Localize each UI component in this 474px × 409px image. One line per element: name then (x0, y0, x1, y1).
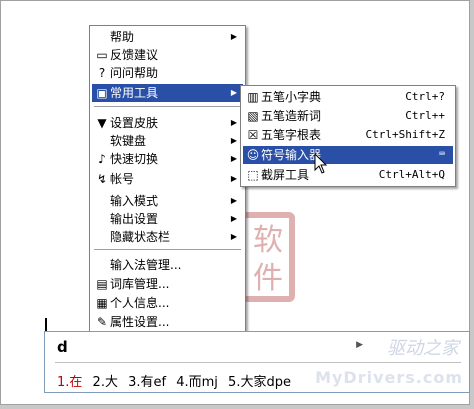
brand-watermark: 驱动之家 (387, 338, 459, 359)
menu-item-feedback[interactable]: ▭ 反馈建议 (92, 46, 243, 64)
switch-icon: ♪ (98, 152, 106, 166)
menu-item-label: 快速切换 (110, 152, 159, 166)
keyboard-icon: ⌨ (438, 149, 445, 160)
submenu-arrow-icon: ▶ (230, 214, 237, 223)
tool-icon: ▣ (96, 86, 108, 100)
candidate-5[interactable]: 5.大家dpe (228, 375, 291, 390)
candidate-4[interactable]: 4.而mj (176, 375, 218, 390)
submenu-arrow-icon: ▶ (230, 88, 237, 97)
new-word-icon: ▧ (247, 109, 259, 123)
menu-item-personal-info[interactable]: ▦ 个人信息... (92, 294, 243, 312)
submenu-item-symbol-input[interactable]: ☺ 符号输入器 ⌨ (243, 146, 453, 164)
submenu-arrow-icon: ▶ (230, 232, 237, 241)
menu-item-output-settings[interactable]: 输出设置 ▶ (92, 210, 243, 228)
page-next-icon[interactable]: ▶ (356, 340, 363, 350)
menu-item-label: 帮助 (110, 30, 135, 44)
submenu-arrow-icon: ▶ (230, 196, 237, 205)
submenu-item-screenshot[interactable]: ⬚ 截屏工具 Ctrl+Alt+Q (243, 166, 453, 184)
question-circle-icon: ? (98, 66, 106, 80)
mouse-pointer-icon (314, 153, 328, 174)
submenu-arrow-icon: ▶ (230, 118, 237, 127)
menu-item-account[interactable]: ↯ 帐号 ▶ (92, 170, 243, 188)
account-icon: ↯ (96, 172, 108, 186)
menu-item-label: 隐藏状态栏 (110, 230, 171, 244)
menu-item-dictionary-manager[interactable]: ▤ 词库管理... (92, 275, 243, 293)
candidate-2[interactable]: 2.大 (93, 375, 118, 390)
root-table-icon: ☒ (247, 128, 259, 142)
ime-context-menu: 帮助 ▶ ▭ 反馈建议 ? 问问帮助 ▣ 常用工具 ▶ ▼ 设置皮肤 ▶ 软键盘… (89, 25, 246, 335)
menu-item-skin[interactable]: ▼ 设置皮肤 ▶ (92, 114, 243, 132)
watermark-glyph-4: 件 (253, 261, 283, 296)
menu-item-common-tools[interactable]: ▣ 常用工具 ▶ (92, 84, 243, 102)
submenu-item-root-table[interactable]: ☒ 五笔字根表 Ctrl+Shift+Z (243, 126, 453, 144)
dictionary-icon: ▥ (247, 90, 259, 104)
submenu-item-shortcut: Ctrl++ (405, 109, 445, 122)
menu-item-soft-keyboard[interactable]: 软键盘 ▶ (92, 132, 243, 150)
submenu-item-shortcut: Ctrl+Shift+Z (365, 128, 445, 141)
common-tools-submenu: ▥ 五笔小字典 Ctrl+? ▧ 五笔造新词 Ctrl++ ☒ 五笔字根表 Ct… (240, 85, 456, 187)
shirt-icon: ▼ (97, 116, 107, 130)
person-info-icon: ▦ (96, 296, 108, 310)
menu-item-hide-statusbar[interactable]: 隐藏状态栏 ▶ (92, 228, 243, 246)
menu-item-input-mode[interactable]: 输入模式 ▶ (92, 192, 243, 210)
menu-item-quick-switch[interactable]: ♪ 快速切换 ▶ (92, 150, 243, 168)
menu-item-label: 个人信息... (110, 296, 170, 310)
submenu-arrow-icon: ▶ (230, 32, 237, 41)
submenu-item-label: 五笔造新词 (261, 109, 322, 123)
ime-divider (55, 362, 461, 363)
ime-candidate-window: d ▶ 驱动之家 1.在 2.大 3.有ef 4.而mj 5.大家dpe MyD… (44, 331, 470, 393)
smiley-icon: ☺ (246, 148, 260, 162)
submenu-arrow-icon: ▶ (230, 174, 237, 183)
dictionary-icon: ▤ (96, 277, 108, 291)
submenu-item-label: 符号输入器 (261, 148, 322, 162)
candidate-1[interactable]: 1.在 (57, 375, 82, 390)
menu-item-label: 反馈建议 (110, 48, 159, 62)
wrench-icon: ✎ (96, 315, 108, 329)
speech-bubble-icon: ▭ (96, 48, 108, 62)
submenu-item-label: 截屏工具 (261, 168, 310, 182)
menu-item-label: 词库管理... (110, 277, 170, 291)
candidate-list: 1.在 2.大 3.有ef 4.而mj 5.大家dpe (57, 371, 297, 390)
brand-url-watermark: MyDrivers.com (315, 368, 463, 387)
menu-item-label: 输入法管理... (110, 258, 182, 272)
submenu-item-label: 五笔小字典 (261, 90, 322, 104)
screenshot-icon: ⬚ (247, 168, 259, 182)
menu-item-label: 常用工具 (110, 86, 159, 100)
menu-item-ask-help[interactable]: ? 问问帮助 (92, 64, 243, 82)
menu-item-label: 输出设置 (110, 212, 159, 226)
submenu-item-new-word[interactable]: ▧ 五笔造新词 Ctrl++ (243, 107, 453, 125)
menu-item-label: 设置皮肤 (110, 116, 159, 130)
menu-separator (94, 106, 241, 108)
menu-item-properties[interactable]: ✎ 属性设置... (92, 313, 243, 331)
menu-item-label: 帐号 (110, 172, 135, 186)
menu-item-ime-manager[interactable]: 输入法管理... (92, 256, 243, 274)
menu-item-help[interactable]: 帮助 ▶ (92, 28, 243, 46)
menu-item-label: 属性设置... (110, 315, 170, 329)
menu-item-label: 输入模式 (110, 194, 159, 208)
submenu-item-wubi-dictionary[interactable]: ▥ 五笔小字典 Ctrl+? (243, 88, 453, 106)
menu-item-label: 软键盘 (110, 134, 147, 148)
candidate-3[interactable]: 3.有ef (128, 375, 166, 390)
submenu-arrow-icon: ▶ (230, 136, 237, 145)
menu-separator (94, 249, 241, 251)
menu-item-label: 问问帮助 (110, 66, 159, 80)
submenu-item-shortcut: Ctrl+Alt+Q (378, 168, 445, 181)
watermark-glyph-2: 软 (253, 223, 283, 258)
submenu-arrow-icon: ▶ (230, 154, 237, 163)
submenu-item-shortcut: Ctrl+? (405, 90, 445, 103)
ime-input-text: d (57, 338, 68, 356)
submenu-item-label: 五笔字根表 (261, 128, 322, 142)
